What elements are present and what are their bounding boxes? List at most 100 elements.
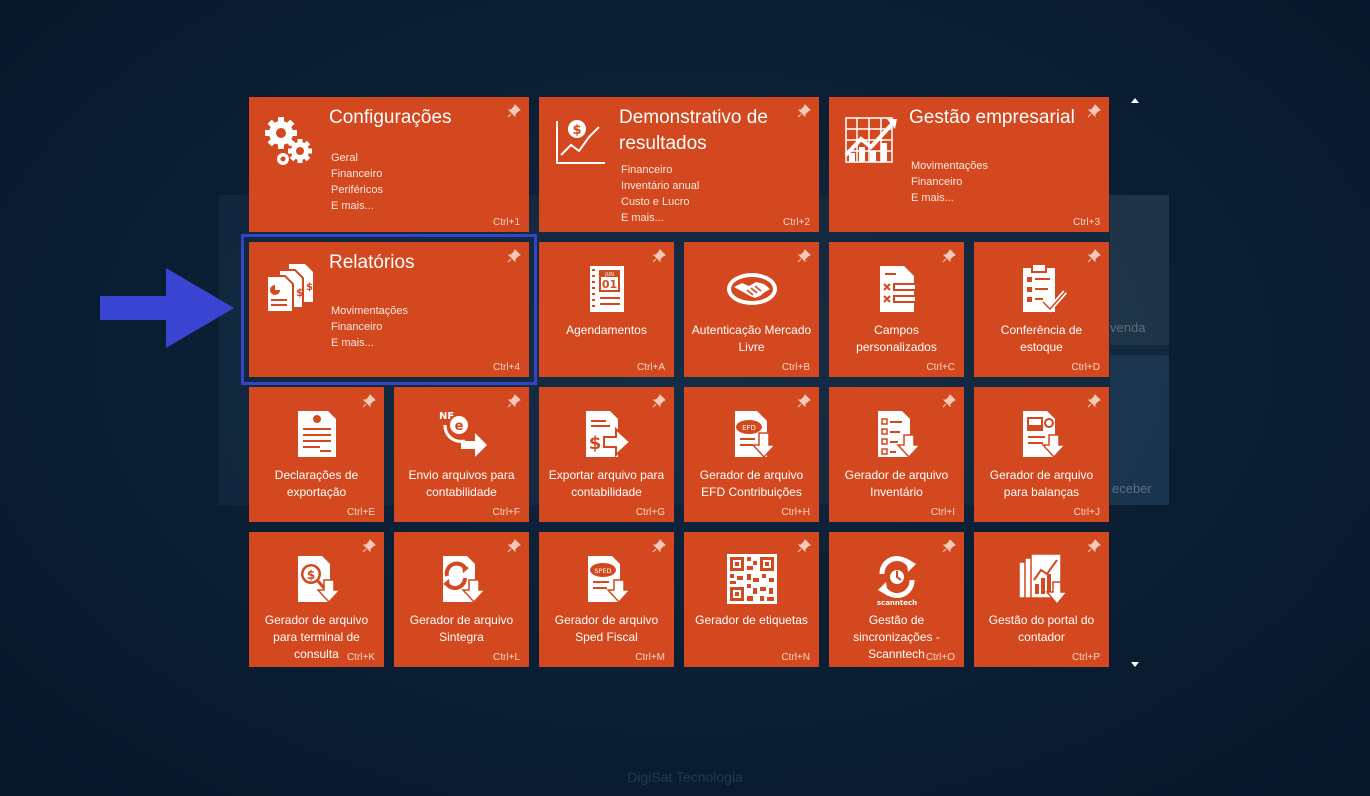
tile-subitem: Financeiro — [331, 321, 383, 333]
money-chart-icon: $ — [556, 120, 605, 164]
pin-icon[interactable] — [507, 539, 521, 553]
tile-relatorios[interactable]: $ $ Relatórios Movimentações Financeiro … — [241, 234, 537, 385]
tile-configuracoes[interactable]: Configurações Geral Financeiro Periféric… — [249, 97, 529, 232]
pin-icon[interactable] — [797, 104, 811, 118]
scale-file-icon — [1022, 411, 1067, 459]
tile-terminal-consulta[interactable]: $ Gerador de arquivo para terminal de co… — [249, 532, 384, 667]
tile-portal-contador[interactable]: Gestão do portal do contador Ctrl+P — [974, 532, 1109, 667]
shortcut-label: Ctrl+3 — [1073, 217, 1100, 228]
tile-label: Declarações de exportação — [274, 468, 359, 499]
tile-label: Gerador de arquivo para balanças — [989, 468, 1094, 499]
tile-subitem: Financeiro — [911, 176, 963, 188]
tile-gestao-empresarial[interactable]: Gestão empresarial Movimentações Finance… — [829, 97, 1109, 232]
shortcut-label: Ctrl+H — [781, 507, 810, 518]
tile-label: Campos personalizados — [856, 323, 937, 354]
background-label: venda — [1110, 320, 1146, 335]
shortcut-label: Ctrl+F — [492, 507, 521, 518]
tile-subitem: Movimentações — [911, 160, 989, 172]
tile-label: Agendamentos — [566, 323, 647, 337]
tile-sintegra[interactable]: Gerador de arquivo Sintegra Ctrl+L — [394, 532, 529, 667]
tile-label: Gestão do portal do contador — [988, 613, 1095, 644]
tile-subitems: Movimentações Financeiro E mais... — [331, 303, 408, 351]
sintegra-file-icon — [442, 556, 487, 604]
tile-agendamentos[interactable]: JUN 01 Agendamentos Ctrl+A — [539, 242, 674, 377]
tile-conferencia-estoque[interactable]: Conferência de estoque Ctrl+D — [974, 242, 1109, 377]
pin-icon[interactable] — [652, 539, 666, 553]
shortcut-label: Ctrl+B — [781, 362, 810, 373]
efd-file-icon: EFD — [734, 411, 777, 459]
pin-icon[interactable] — [507, 249, 521, 263]
tile-sped-fiscal[interactable]: SPED Gerador de arquivo Sped Fiscal Ctrl… — [539, 532, 674, 667]
tile-subitem: E mais... — [331, 337, 374, 349]
tile-label: Envio arquivos para contabilidade — [408, 468, 515, 499]
pin-icon[interactable] — [507, 394, 521, 408]
pin-icon[interactable] — [652, 249, 666, 263]
tile-subitem: Custo e Lucro — [621, 196, 690, 208]
gears-icon — [265, 117, 312, 165]
pin-icon[interactable] — [797, 394, 811, 408]
shortcut-label: Ctrl+P — [1071, 652, 1100, 663]
inventory-file-icon — [877, 411, 922, 459]
export-money-icon: $ — [585, 411, 631, 458]
chart-documents-icon — [1017, 553, 1069, 606]
tile-inventario[interactable]: Gerador de arquivo Inventário Ctrl+I — [829, 387, 964, 522]
terminal-file-icon: $ — [297, 556, 342, 604]
svg-text:$: $ — [588, 433, 601, 454]
pin-icon[interactable] — [507, 104, 521, 118]
tile-label: Autenticação Mercado Livre — [691, 323, 812, 354]
pin-icon[interactable] — [1087, 104, 1101, 118]
shortcut-label: Ctrl+O — [925, 652, 955, 663]
tile-demonstrativo[interactable]: $ Demonstrativo de resultados Financeiro… — [539, 97, 819, 232]
tile-title: Demonstrativo de resultados — [619, 107, 768, 154]
shortcut-label: Ctrl+M — [635, 652, 665, 663]
reports-icon: $ $ — [266, 264, 313, 313]
svg-text:e: e — [454, 419, 463, 434]
sped-badge-text: SPED — [594, 567, 611, 575]
tile-title: Relatórios — [329, 252, 415, 273]
pin-icon[interactable] — [797, 539, 811, 553]
pin-icon[interactable] — [362, 394, 376, 408]
clipboard-check-icon — [1022, 263, 1067, 313]
tile-envio-arquivos[interactable]: NF e Envio arquivos para contabilidade C… — [394, 387, 529, 522]
shortcut-label: Ctrl+2 — [783, 217, 810, 228]
tile-label: Exportar arquivo para contabilidade — [548, 468, 665, 499]
tile-subitem: Periféricos — [331, 184, 383, 196]
background-label: eceber — [1112, 481, 1152, 496]
tile-title: Gestão empresarial — [909, 107, 1075, 128]
shortcut-label: Ctrl+K — [346, 652, 375, 663]
tile-label: Gerador de arquivo Inventário — [844, 468, 949, 499]
scroll-down-arrow-icon[interactable] — [1131, 662, 1139, 667]
pin-icon[interactable] — [797, 249, 811, 263]
tile-subitems: Geral Financeiro Periféricos E mais... — [331, 150, 383, 214]
tile-declaracoes-exportacao[interactable]: Declarações de exportação Ctrl+E — [249, 387, 384, 522]
pin-icon[interactable] — [1087, 249, 1101, 263]
handshake-icon — [726, 273, 777, 305]
pin-icon[interactable] — [362, 539, 376, 553]
tile-label: Gerador de arquivo Sintegra — [409, 613, 514, 644]
svg-text:$: $ — [306, 568, 314, 582]
pin-icon[interactable] — [942, 394, 956, 408]
tile-exportar-arquivo[interactable]: $ Exportar arquivo para contabilidade Ct… — [539, 387, 674, 522]
shortcut-label: Ctrl+J — [1073, 507, 1100, 518]
pin-icon[interactable] — [1087, 394, 1101, 408]
svg-text:$: $ — [296, 286, 304, 299]
tile-mercado-livre[interactable]: Autenticação Mercado Livre Ctrl+B — [684, 242, 819, 377]
shortcut-label: Ctrl+N — [781, 652, 810, 663]
sped-file-icon: SPED — [587, 556, 632, 604]
tile-balancas[interactable]: Gerador de arquivo para balanças Ctrl+J — [974, 387, 1109, 522]
tile-label: Gerador de arquivo EFD Contribuições — [699, 468, 804, 499]
tile-campos-personalizados[interactable]: Campos personalizados Ctrl+C — [829, 242, 964, 377]
pin-icon[interactable] — [942, 249, 956, 263]
tile-scanntech[interactable]: scanntech Gestão de sincronizações - Sca… — [829, 532, 964, 667]
scroll-up-arrow-icon[interactable] — [1131, 98, 1139, 103]
nfe-send-icon: NF e — [439, 411, 487, 457]
pin-icon[interactable] — [652, 394, 666, 408]
pin-icon[interactable] — [942, 539, 956, 553]
tile-efd-contribuicoes[interactable]: EFD Gerador de arquivo EFD Contribuições… — [684, 387, 819, 522]
pin-icon[interactable] — [1087, 539, 1101, 553]
tile-gerador-etiquetas[interactable]: Gerador de etiquetas Ctrl+N — [684, 532, 819, 667]
shortcut-label: Ctrl+4 — [493, 362, 520, 373]
shortcut-label: Ctrl+C — [926, 362, 955, 373]
tile-subitem: Financeiro — [331, 168, 383, 180]
sync-icon: scanntech — [876, 555, 917, 606]
